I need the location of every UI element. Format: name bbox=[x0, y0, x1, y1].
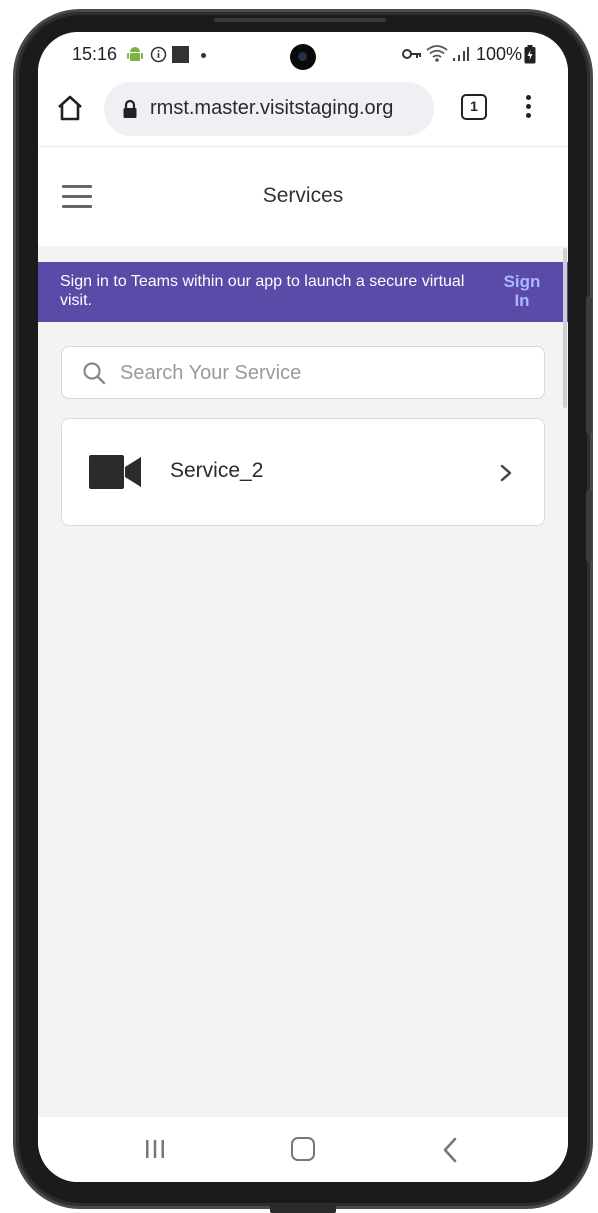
phone-side-button bbox=[586, 296, 592, 434]
dot-icon bbox=[201, 53, 206, 58]
scrollbar[interactable] bbox=[563, 248, 567, 408]
service-card[interactable]: Service_2 bbox=[61, 418, 545, 526]
browser-menu-icon[interactable] bbox=[520, 92, 536, 122]
info-icon bbox=[150, 46, 167, 63]
search-icon bbox=[83, 362, 106, 385]
lock-icon bbox=[123, 99, 137, 118]
tab-switcher-button[interactable]: 1 bbox=[461, 94, 487, 120]
search-input[interactable] bbox=[120, 355, 520, 391]
home-icon[interactable] bbox=[56, 94, 84, 122]
sign-in-link[interactable]: Sign In bbox=[494, 272, 550, 310]
battery-icon bbox=[524, 45, 536, 64]
signal-icon bbox=[453, 47, 469, 61]
android-navigation-bar bbox=[38, 1116, 568, 1182]
battery-percentage: 100% bbox=[476, 44, 523, 64]
status-bar: 15:16 100% bbox=[38, 32, 568, 76]
page-header: Services bbox=[38, 146, 568, 246]
search-box[interactable] bbox=[61, 346, 545, 399]
phone-speaker bbox=[214, 18, 386, 22]
service-name: Service_2 bbox=[170, 459, 264, 482]
phone-charging-port bbox=[270, 1204, 336, 1213]
banner-message: Sign in to Teams within our app to launc… bbox=[60, 273, 465, 309]
url-text: rmst.master.visitstaging.org bbox=[150, 97, 394, 119]
nav-home-button[interactable] bbox=[291, 1137, 315, 1161]
back-icon[interactable] bbox=[442, 1137, 458, 1163]
teams-signin-banner: Sign in to Teams within our app to launc… bbox=[38, 262, 568, 322]
address-bar[interactable]: rmst.master.visitstaging.org bbox=[104, 82, 434, 136]
chevron-right-icon bbox=[500, 464, 512, 482]
wifi-icon bbox=[426, 45, 448, 62]
recent-apps-icon[interactable] bbox=[144, 1139, 166, 1159]
phone-side-button bbox=[586, 490, 592, 562]
android-icon bbox=[127, 47, 143, 61]
phone-screen: 15:16 100% rmst.master.visitstaging.org … bbox=[38, 32, 568, 1182]
browser-toolbar: rmst.master.visitstaging.org 1 bbox=[38, 76, 568, 146]
video-camera-icon bbox=[89, 455, 141, 489]
square-notification-icon bbox=[172, 46, 189, 63]
status-time: 15:16 bbox=[72, 44, 118, 64]
page-title: Services bbox=[262, 184, 344, 207]
key-icon bbox=[402, 49, 421, 59]
front-camera bbox=[290, 44, 316, 70]
